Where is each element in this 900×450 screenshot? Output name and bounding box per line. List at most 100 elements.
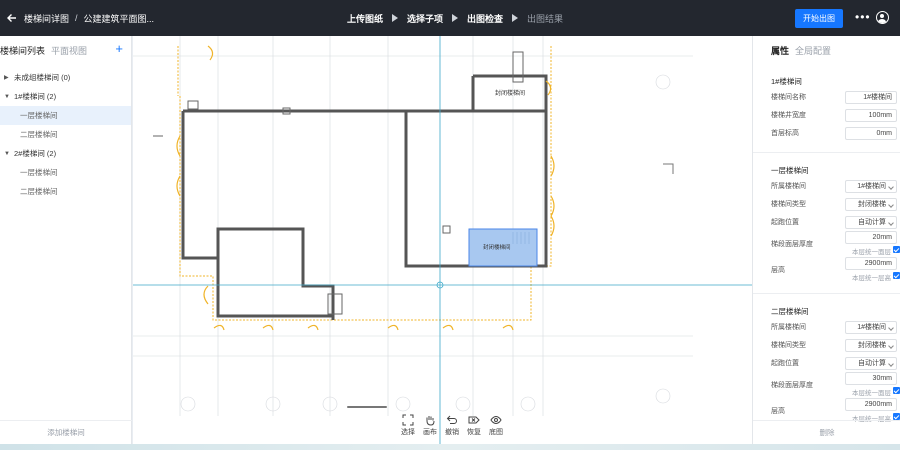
step-arrow-icon <box>452 14 459 22</box>
tool-select[interactable]: 选择 <box>398 414 418 437</box>
step-select-item[interactable]: 选择子项 <box>407 12 443 25</box>
stair-type-select[interactable]: 封闭楼梯 <box>845 338 897 352</box>
prop-label: 所属楼梯间 <box>771 183 806 190</box>
caret-right-icon[interactable]: ▶ <box>4 74 14 81</box>
prop-label: 起跑位置 <box>771 360 799 367</box>
first-elevation-input[interactable]: 0mm <box>845 126 897 140</box>
tree-label: 二层楼梯间 <box>20 130 58 139</box>
step-progress: 上传图纸 选择子项 出图检查 出图结果 <box>347 0 563 36</box>
prop-first-elevation: 首层标高 0mm <box>771 124 900 142</box>
tree-item-stair-1-floor-2[interactable]: 二层楼梯间 <box>0 125 131 144</box>
stair-name-input[interactable]: 1#楼梯间 <box>845 90 897 104</box>
uniform-height-checkbox[interactable] <box>893 413 900 420</box>
floor-plan-drawing[interactable]: 封闭楼梯间 封闭楼梯间 <box>133 36 752 444</box>
delete-button[interactable]: 删除 <box>753 420 900 444</box>
crosshair <box>133 36 752 444</box>
caret-down-icon[interactable]: ▼ <box>4 151 14 157</box>
uniform-height-checkbox[interactable] <box>893 272 900 279</box>
floor-height-input[interactable]: 2900mm <box>845 257 897 270</box>
tree-group-ungrouped[interactable]: ▶ 未成组楼梯间 (0) <box>0 68 131 87</box>
prop-label: 层高 <box>771 267 785 274</box>
prop-label: 起跑位置 <box>771 219 799 226</box>
top-bar: 楼梯间详图 / 公建建筑平面图... 上传图纸 选择子项 出图检查 出图结果 开… <box>0 0 900 36</box>
start-output-button[interactable]: 开始出图 <box>795 9 843 28</box>
corner-mark <box>663 163 674 174</box>
prop-label: 梯段面层厚度 <box>771 241 813 248</box>
prop-label: 首层标高 <box>771 130 799 137</box>
step-result[interactable]: 出图结果 <box>527 12 563 25</box>
tree-group-stair-2[interactable]: ▼ 2#楼梯间 (2) <box>0 144 131 163</box>
arrow-left-icon <box>7 14 16 22</box>
grid-lines <box>133 36 693 416</box>
tab-plan-view[interactable]: 平面视图 <box>51 44 87 57</box>
breadcrumb-separator: / <box>75 13 78 23</box>
tree-label: 一层楼梯间 <box>20 111 58 120</box>
tree-label: 未成组楼梯间 (0) <box>14 73 71 82</box>
prop-label: 所属楼梯间 <box>771 324 806 331</box>
room-label-selected: 封闭楼梯间 <box>483 243 511 251</box>
tool-pan[interactable]: 画布 <box>420 414 440 437</box>
add-stair-button[interactable]: 添加楼梯间 <box>0 420 132 444</box>
prop-label: 楼梯间名称 <box>771 94 806 101</box>
tool-label: 撤销 <box>445 429 459 436</box>
breadcrumb-current: 公建建筑平面图... <box>83 13 155 24</box>
uniform-surface-label: 本层统一面层 <box>852 390 891 397</box>
prop-belong: 所属楼梯间 1#楼梯间 <box>771 318 900 336</box>
more-dots-icon[interactable]: ••• <box>855 11 871 23</box>
divider <box>753 293 900 294</box>
canvas-scrollbar[interactable] <box>347 406 387 408</box>
tool-redo[interactable]: 恢复 <box>464 414 484 437</box>
back-button[interactable]: 楼梯间详图 <box>6 12 69 25</box>
tree-item-stair-2-floor-1[interactable]: 一层楼梯间 <box>0 163 131 182</box>
section-title: 1#楼梯间 <box>771 77 802 86</box>
prop-label: 层高 <box>771 408 785 415</box>
step-check[interactable]: 出图检查 <box>467 12 503 25</box>
floor-height-input[interactable]: 2900mm <box>845 398 897 411</box>
divider <box>753 152 900 153</box>
prop-belong: 所属楼梯间 1#楼梯间 <box>771 177 900 195</box>
tool-label: 画布 <box>423 429 437 436</box>
bottom-strip <box>0 444 900 450</box>
tree-label: 2#楼梯间 (2) <box>14 149 57 158</box>
undo-icon <box>446 415 457 424</box>
belong-select[interactable]: 1#楼梯间 <box>845 320 897 334</box>
step-upload[interactable]: 上传图纸 <box>347 12 383 25</box>
tab-stair-list[interactable]: 楼梯间列表 <box>0 44 45 57</box>
section-title: 二层楼梯间 <box>771 307 809 316</box>
tool-undo[interactable]: 撤销 <box>442 414 462 437</box>
prop-start-position: 起跑位置 自动计算 <box>771 354 900 372</box>
prop-well-width: 楼梯井宽度 100mm <box>771 106 900 124</box>
prop-stair-type: 楼梯间类型 封闭楼梯 <box>771 195 900 213</box>
tab-properties[interactable]: 属性 <box>771 44 789 57</box>
belong-select[interactable]: 1#楼梯间 <box>845 179 897 193</box>
stair-type-select[interactable]: 封闭楼梯 <box>845 197 897 211</box>
eye-icon <box>490 415 502 425</box>
tree-item-stair-2-floor-2[interactable]: 二层楼梯间 <box>0 182 131 201</box>
tree-item-stair-1-floor-1[interactable]: 一层楼梯间 <box>0 106 131 125</box>
well-width-input[interactable]: 100mm <box>845 108 897 122</box>
uniform-surface-checkbox[interactable] <box>893 387 900 394</box>
room-label-top: 封闭楼梯间 <box>495 89 525 97</box>
start-position-select[interactable]: 自动计算 <box>845 356 897 370</box>
breadcrumb-root[interactable]: 楼梯间详图 <box>24 12 69 25</box>
prop-stair-type: 楼梯间类型 封闭楼梯 <box>771 336 900 354</box>
tool-base-map[interactable]: 底图 <box>486 414 506 437</box>
prop-label: 楼梯间类型 <box>771 342 806 349</box>
uniform-surface-checkbox[interactable] <box>893 246 900 253</box>
tab-global-config[interactable]: 全局配置 <box>795 44 831 57</box>
properties-tabs: 属性 全局配置 <box>753 36 900 64</box>
surface-thickness-input[interactable]: 30mm <box>845 372 897 385</box>
caret-down-icon[interactable]: ▼ <box>4 94 14 100</box>
tree-label: 1#楼梯间 (2) <box>14 92 57 101</box>
start-position-select[interactable]: 自动计算 <box>845 215 897 229</box>
tree-group-stair-1[interactable]: ▼ 1#楼梯间 (2) <box>0 87 131 106</box>
add-icon[interactable]: + <box>115 42 123 55</box>
prop-surface-thickness: 梯段面层厚度 20mm 本层统一面层 <box>771 231 900 257</box>
drawing-canvas[interactable]: 封闭楼梯间 封闭楼梯间 选择 画布 撤销 恢复 底图 <box>133 36 752 444</box>
tree-label: 二层楼梯间 <box>20 187 58 196</box>
user-avatar-icon[interactable] <box>876 11 889 24</box>
stair-tree: ▶ 未成组楼梯间 (0) ▼ 1#楼梯间 (2) 一层楼梯间 二层楼梯间 ▼ 2… <box>0 68 131 201</box>
uniform-height-label: 本层统一层高 <box>852 275 891 282</box>
surface-thickness-input[interactable]: 20mm <box>845 231 897 244</box>
prop-start-position: 起跑位置 自动计算 <box>771 213 900 231</box>
